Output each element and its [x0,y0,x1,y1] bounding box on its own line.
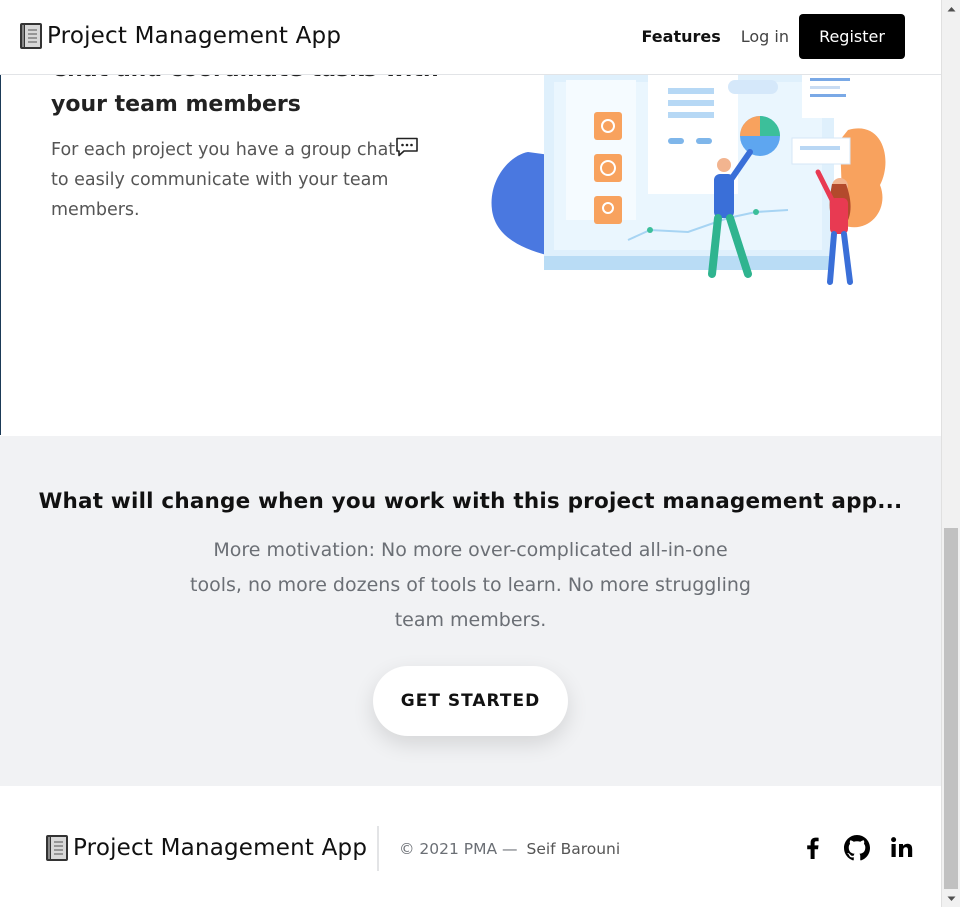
page: Chat and coordinate tasks with your team… [0,0,941,907]
notebook-icon [20,23,42,49]
nav-features-link[interactable]: Features [642,27,721,46]
cta-section: What will change when you work with this… [0,436,941,786]
site-footer: Project Management App © 2021 PMA — Seif… [0,786,941,907]
nav-login-link[interactable]: Log in [741,27,789,46]
main-nav: Features Log in Register [642,14,905,59]
linkedin-icon[interactable] [889,835,915,861]
register-button[interactable]: Register [799,14,905,59]
scroll-down-arrow-icon[interactable] [942,890,960,907]
scroll-up-arrow-icon[interactable] [942,0,960,17]
chat-bubble-icon [396,137,418,157]
cta-heading: What will change when you work with this… [38,489,903,514]
team-illustration [491,68,886,285]
vertical-scrollbar[interactable] [941,0,960,907]
brand-name: Project Management App [47,23,342,49]
footer-divider [377,826,379,871]
feature-description-text-end: to easily communicate with your team mem… [51,170,389,220]
copyright: © 2021 PMA — Seif Barouni [399,840,620,858]
footer-brand-name: Project Management App [73,835,368,861]
author-name: Seif Barouni [526,840,621,858]
site-header: Project Management App Features Log in R… [0,0,941,75]
notebook-icon [46,835,68,861]
github-icon[interactable] [844,835,870,861]
cta-text: More motivation: No more over-complicate… [190,539,751,631]
footer-brand[interactable]: Project Management App [44,834,367,862]
feature-description-text: For each project you have a group chat [51,140,396,160]
feature-description: For each project you have a group chat t… [51,135,441,225]
get-started-button[interactable]: GET STARTED [373,666,568,736]
brand-logo[interactable]: Project Management App [18,22,341,50]
facebook-icon[interactable] [800,835,826,861]
scrollbar-thumb[interactable] [944,528,958,889]
page-edge-line [0,75,1,435]
copyright-text: © 2021 PMA — [399,840,518,858]
